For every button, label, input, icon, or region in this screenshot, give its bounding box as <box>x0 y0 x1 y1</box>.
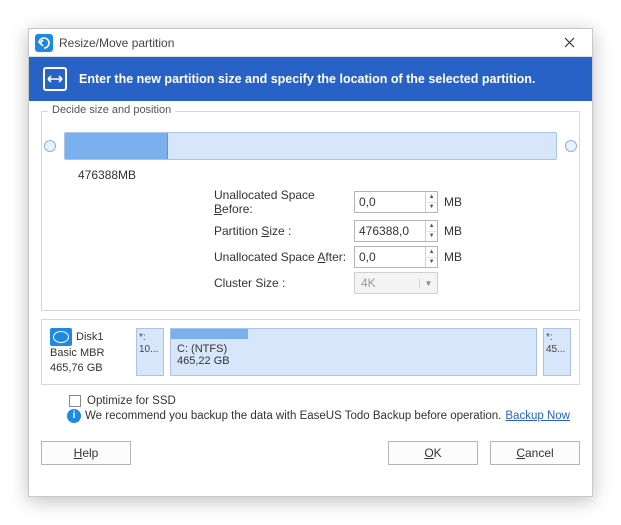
row-cluster-size: Cluster Size : 4K ▼ <box>54 272 567 294</box>
row-unalloc-before: Unallocated Space Before: ▲▼ MB <box>54 188 567 216</box>
unit-mb: MB <box>444 250 462 264</box>
main-partition-size: 465,22 GB <box>177 355 530 367</box>
unit-mb: MB <box>444 224 462 238</box>
unit-mb: MB <box>444 195 462 209</box>
mini-partition-left[interactable]: *: 10... <box>136 328 164 376</box>
spin-down-icon[interactable]: ▼ <box>426 258 437 268</box>
partition-size-text: 476388MB <box>78 168 567 182</box>
chevron-down-icon: ▼ <box>419 279 437 288</box>
content-area: Decide size and position 476388MB Unallo… <box>29 101 592 431</box>
spin-up-icon[interactable]: ▲ <box>426 247 437 258</box>
input-unalloc-before-field[interactable] <box>355 192 425 212</box>
fieldset-legend: Decide size and position <box>48 104 175 116</box>
help-button[interactable]: Help <box>41 441 131 465</box>
input-unalloc-after[interactable]: ▲▼ <box>354 246 438 268</box>
input-unalloc-after-field[interactable] <box>355 247 425 267</box>
titlebar: Resize/Move partition <box>29 29 592 57</box>
disk-name: Disk1 <box>76 330 104 345</box>
partition-track[interactable] <box>64 132 557 160</box>
select-cluster-size: 4K ▼ <box>354 272 438 294</box>
row-unalloc-after: Unallocated Space After: ▲▼ MB <box>54 246 567 268</box>
instruction-text: Enter the new partition size and specify… <box>79 72 535 86</box>
backup-now-link[interactable]: Backup Now <box>505 410 570 422</box>
close-icon <box>564 37 575 48</box>
mini-partition-right[interactable]: *: 45... <box>543 328 571 376</box>
label-partition-size: Partition Size : <box>54 224 354 238</box>
info-icon: i <box>67 409 81 423</box>
cluster-value: 4K <box>355 276 419 290</box>
instruction-banner: Enter the new partition size and specify… <box>29 57 592 101</box>
resize-icon <box>43 67 67 91</box>
main-partition[interactable]: C: (NTFS) 465,22 GB <box>170 328 537 376</box>
dialog-window: Resize/Move partition Enter the new part… <box>28 28 593 497</box>
cancel-button[interactable]: Cancel <box>490 441 580 465</box>
spin-down-icon[interactable]: ▼ <box>426 232 437 242</box>
form-rows: Unallocated Space Before: ▲▼ MB Partitio… <box>54 188 567 294</box>
recommendation-text: We recommend you backup the data with Ea… <box>85 410 501 422</box>
disk-icon <box>50 328 72 346</box>
resize-handle-right[interactable] <box>565 140 577 152</box>
label-optimize-ssd: Optimize for SSD <box>87 395 176 407</box>
disk-capacity: 465,76 GB <box>50 361 130 376</box>
spin-up-icon[interactable]: ▲ <box>426 221 437 232</box>
main-partition-label: C: (NTFS) <box>177 343 530 355</box>
resize-handle-left[interactable] <box>44 140 56 152</box>
button-bar: Help OK Cancel <box>29 431 592 475</box>
close-button[interactable] <box>552 31 586 55</box>
ssd-option-row: Optimize for SSD <box>69 395 580 407</box>
label-unalloc-after: Unallocated Space After: <box>54 250 354 264</box>
input-partition-size[interactable]: ▲▼ <box>354 220 438 242</box>
disk-type: Basic MBR <box>50 346 130 361</box>
input-partition-size-field[interactable] <box>355 221 425 241</box>
label-cluster-size: Cluster Size : <box>54 276 354 290</box>
partition-used-bar <box>171 329 248 339</box>
partition-used-fill <box>65 133 168 159</box>
checkbox-optimize-ssd[interactable] <box>69 395 81 407</box>
disk-info: Disk1 Basic MBR 465,76 GB <box>50 328 130 376</box>
label-unalloc-before: Unallocated Space Before: <box>54 188 354 216</box>
ok-button[interactable]: OK <box>388 441 478 465</box>
window-title: Resize/Move partition <box>59 36 552 50</box>
spin-up-icon[interactable]: ▲ <box>426 192 437 203</box>
spin-down-icon[interactable]: ▼ <box>426 203 437 213</box>
recommendation-row: i We recommend you backup the data with … <box>67 409 580 423</box>
app-icon <box>35 34 53 52</box>
row-partition-size: Partition Size : ▲▼ MB <box>54 220 567 242</box>
input-unalloc-before[interactable]: ▲▼ <box>354 191 438 213</box>
size-fieldset: Decide size and position 476388MB Unallo… <box>41 111 580 311</box>
disk-layout: Disk1 Basic MBR 465,76 GB *: 10... C: (N… <box>41 319 580 385</box>
